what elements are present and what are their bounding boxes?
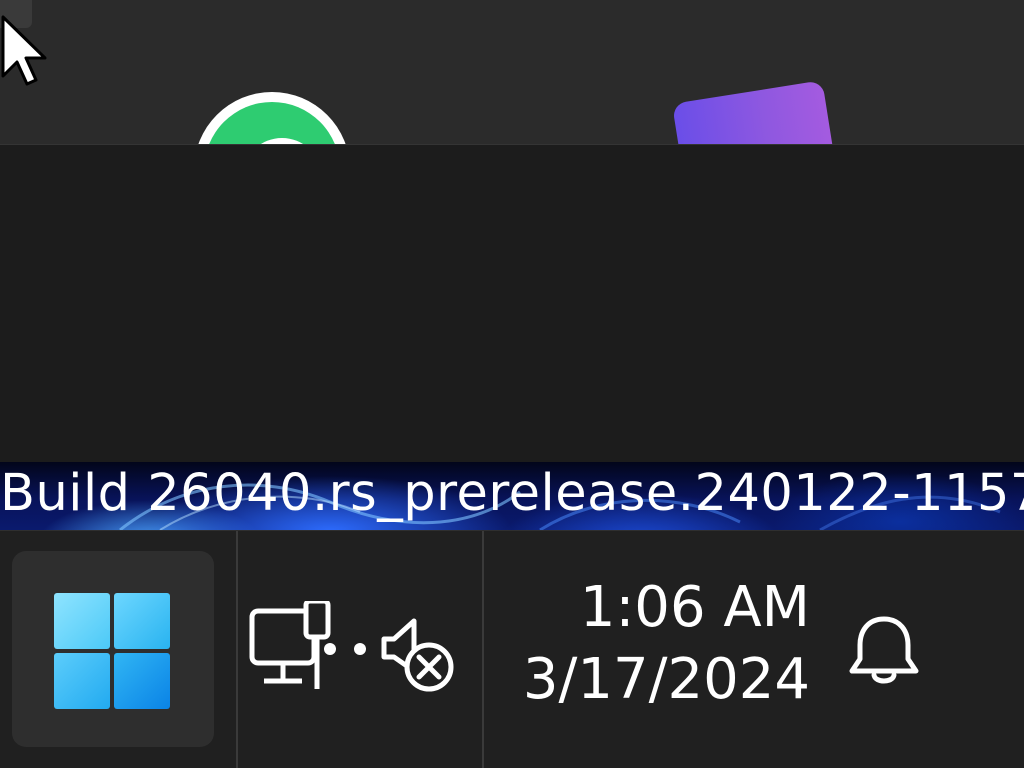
quick-settings-button[interactable] [244, 601, 474, 697]
taskbar-divider [236, 531, 238, 768]
bell-icon[interactable] [848, 613, 920, 687]
start-button[interactable] [12, 551, 214, 747]
clock-date: 3/17/2024 [522, 647, 810, 712]
whatsapp-icon[interactable] [194, 92, 350, 144]
taskbar: 1:06 AM 3/17/2024 [0, 530, 1024, 768]
clock-time: 1:06 AM [579, 575, 810, 640]
flyout-panel [0, 144, 1024, 463]
clock-button[interactable]: 1:06 AM 3/17/2024 [500, 575, 810, 719]
desktop-screen: Build 26040.rs_prerelease.240122-1157 1:… [0, 0, 1024, 768]
desktop-wallpaper-strip: Build 26040.rs_prerelease.240122-1157 [0, 462, 1024, 530]
volume-muted-icon [381, 618, 454, 692]
taskbar-divider [482, 531, 484, 768]
build-watermark-text: Build 26040.rs_prerelease.240122-1157 [0, 464, 1024, 523]
app-icon-purple[interactable] [672, 80, 837, 144]
mouse-cursor-icon [0, 14, 48, 86]
app-list-panel [0, 0, 1024, 144]
windows-logo-icon [54, 593, 170, 709]
